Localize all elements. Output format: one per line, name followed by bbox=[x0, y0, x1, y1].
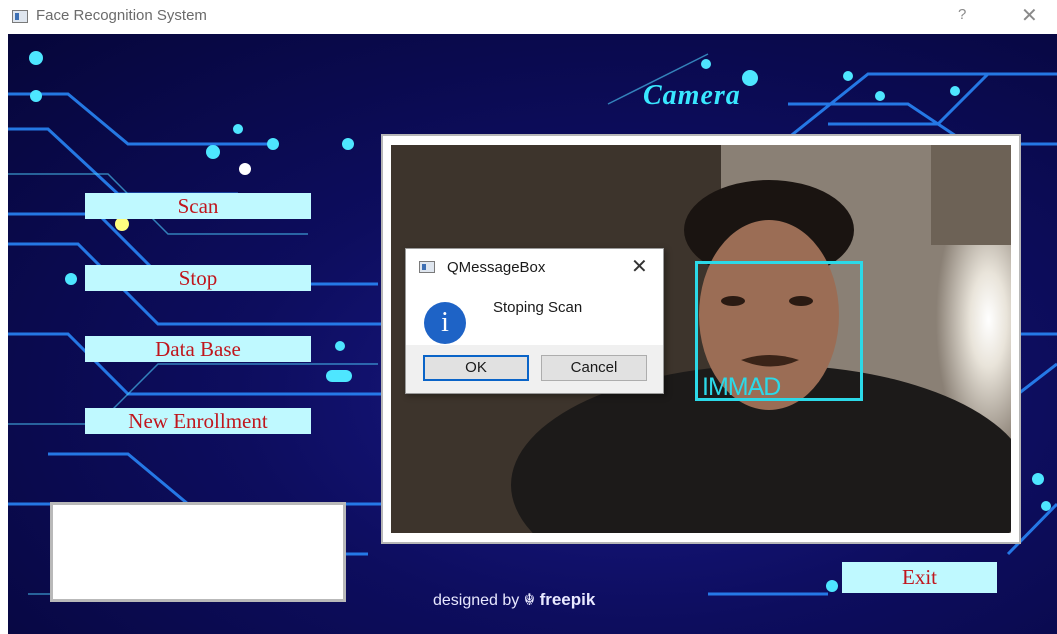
app-icon bbox=[12, 10, 28, 23]
message-box-titlebar: QMessageBox ✕ bbox=[406, 249, 663, 285]
camera-title: Camera bbox=[643, 80, 741, 111]
database-button[interactable]: Data Base bbox=[85, 336, 311, 362]
message-box-title: QMessageBox bbox=[447, 259, 546, 276]
new-enrollment-button[interactable]: New Enrollment bbox=[85, 408, 311, 434]
face-name-label: IMMAD bbox=[702, 373, 781, 401]
cancel-button[interactable]: Cancel bbox=[541, 355, 647, 381]
help-button[interactable]: ? bbox=[958, 6, 966, 23]
message-text: Stoping Scan bbox=[493, 299, 583, 316]
info-display-box bbox=[50, 502, 346, 602]
freepik-logo-icon: ☬ bbox=[523, 592, 536, 609]
designed-by-text: designed by bbox=[433, 592, 520, 609]
exit-button[interactable]: Exit bbox=[842, 562, 997, 593]
close-button[interactable]: ✕ bbox=[1021, 3, 1038, 28]
stop-button[interactable]: Stop bbox=[85, 265, 311, 291]
window-title: Face Recognition System bbox=[36, 7, 207, 24]
freepik-brand: freepik bbox=[539, 590, 596, 609]
message-box-app-icon bbox=[419, 261, 435, 273]
window-titlebar: Face Recognition System ? ✕ bbox=[0, 0, 1057, 34]
message-box-close-button[interactable]: ✕ bbox=[631, 254, 648, 279]
info-icon: i bbox=[424, 302, 466, 344]
message-box-dialog: QMessageBox ✕ i Stoping Scan OK Cancel bbox=[405, 248, 664, 394]
scan-button[interactable]: Scan bbox=[85, 193, 311, 219]
freepik-credit: designed by ☬ freepik bbox=[433, 590, 595, 610]
message-box-body: i Stoping Scan bbox=[406, 285, 663, 345]
ok-button[interactable]: OK bbox=[423, 355, 529, 381]
